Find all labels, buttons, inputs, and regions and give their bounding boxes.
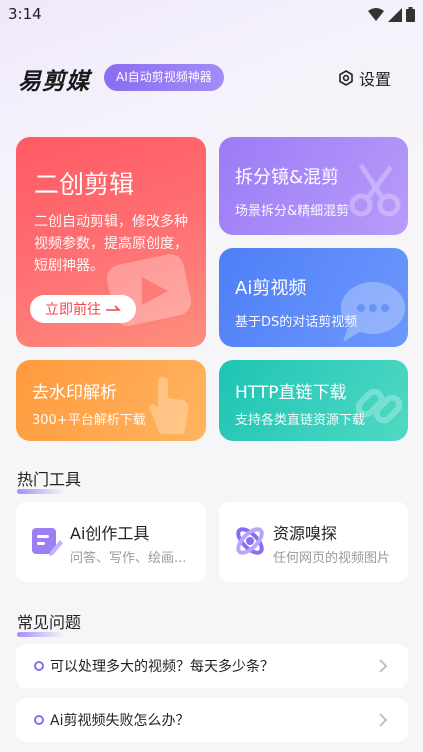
hot-tools-title: 热门工具 (17, 466, 82, 494)
faq-question: 可以处理多大的视频？每天多少条？ (50, 659, 274, 675)
faq-title: 常见问题 (17, 609, 82, 637)
faq-item[interactable]: 可以处理多大的视频？每天多少条？ (16, 644, 408, 688)
title-underline (17, 632, 65, 637)
card-http-download[interactable]: HTTP直链下载 支持各类直链资源下载 (219, 360, 408, 441)
scissors-icon (349, 163, 401, 217)
edit-note-icon (32, 528, 63, 556)
tool-sub: 问答、写作、绘画... (70, 551, 187, 566)
card-ai-video[interactable]: Ai剪视频 基于DS的对话剪视频 (219, 248, 408, 347)
tool-name: Ai创作工具 (70, 524, 150, 543)
status-time: 3:14 (8, 5, 42, 23)
settings-label: 设置 (358, 70, 391, 89)
status-bar: 3:14 (0, 0, 423, 30)
app-logo: 易剪媒 (18, 69, 90, 95)
app-header: 易剪媒 AI自动剪视频神器 设置 (0, 58, 423, 98)
hot-tools-label: 热门工具 (17, 470, 82, 489)
tool-resource-sniff[interactable]: 资源嗅探 任何网页的视频图片 (219, 502, 408, 582)
card-split-mix[interactable]: 拆分镜&混剪 场景拆分&精细混剪 (219, 137, 408, 235)
signal-icon (388, 7, 402, 22)
arrow-right-icon (106, 305, 121, 311)
card-title: 去水印解析 (32, 383, 117, 403)
wifi-icon (368, 7, 384, 21)
chat-bubble-icon (341, 282, 405, 342)
bullet-icon (34, 715, 44, 725)
card-desc: 支持各类直链资源下载 (235, 413, 366, 428)
battery-icon (406, 7, 415, 22)
chevron-right-icon (379, 713, 388, 727)
tool-name: 资源嗅探 (273, 524, 338, 543)
title-underline (17, 489, 65, 494)
atom-icon (236, 527, 264, 555)
card-remove-watermark[interactable]: 去水印解析 300+平台解析下载 (16, 360, 206, 441)
go-now-button[interactable]: 立即前往 (30, 295, 136, 323)
card-title: 二创剪辑 (34, 170, 135, 199)
card-remix-edit[interactable]: 二创剪辑 二创自动剪辑，修改多种视频参数，提高原创度，短剧神器。 立即前往 (16, 137, 206, 347)
card-desc: 300+平台解析下载 (32, 413, 146, 428)
tool-ai-create[interactable]: Ai创作工具 问答、写作、绘画... (16, 502, 206, 582)
gear-icon (339, 70, 353, 86)
status-icons (368, 7, 415, 22)
card-title: HTTP直链下载 (235, 383, 347, 403)
bullet-icon (34, 661, 44, 671)
card-desc: 场景拆分&精细混剪 (235, 204, 350, 219)
card-desc: 二创自动剪辑，修改多种视频参数，提高原创度，短剧神器。 (34, 214, 188, 274)
faq-item[interactable]: Ai剪视频失败怎么办？ (16, 698, 408, 742)
card-desc: 基于DS的对话剪视频 (235, 315, 358, 330)
settings-button[interactable]: 设置 (338, 66, 391, 90)
go-now-label: 立即前往 (45, 302, 101, 318)
card-title: Ai剪视频 (235, 278, 307, 299)
chevron-right-icon (379, 659, 388, 673)
hand-pointer-icon (149, 377, 189, 434)
slogan-badge: AI自动剪视频神器 (104, 64, 224, 91)
faq-label: 常见问题 (17, 613, 82, 632)
faq-question: Ai剪视频失败怎么办？ (50, 713, 190, 729)
card-title: 拆分镜&混剪 (235, 167, 340, 188)
tool-sub: 任何网页的视频图片 (273, 551, 391, 566)
